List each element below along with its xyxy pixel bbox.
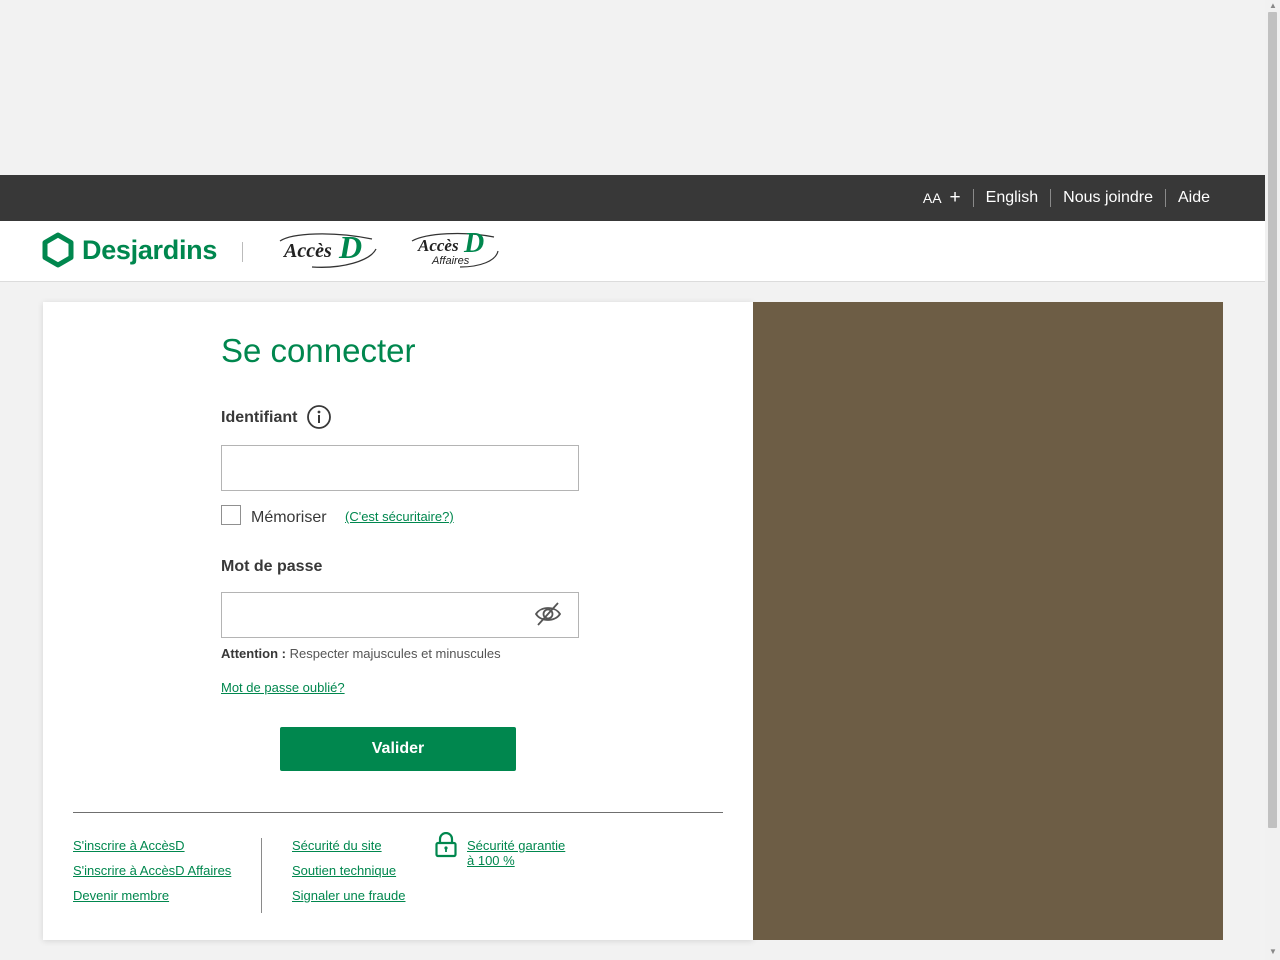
top-utility-bar: AA + English Nous joindre Aide <box>0 175 1265 221</box>
accesd-affaires-sub: Affaires <box>432 255 470 267</box>
scroll-down-icon[interactable]: ▼ <box>1269 948 1277 956</box>
identifier-label: Identifiant <box>221 409 298 426</box>
scroll-thumb[interactable] <box>1268 12 1277 828</box>
footer-column-divider <box>261 838 262 913</box>
report-fraud-link[interactable]: Signaler une fraude <box>292 888 405 903</box>
font-size-toggle[interactable]: AA + <box>911 188 973 208</box>
site-security-link[interactable]: Sécurité du site <box>292 838 382 853</box>
info-icon[interactable] <box>307 405 331 429</box>
accesd-text: Accès <box>284 240 332 262</box>
guarantee-link-line2[interactable]: à 100 % <box>467 853 515 868</box>
accesd-d: D <box>339 229 363 265</box>
remember-label: Mémoriser <box>251 509 327 526</box>
password-input[interactable] <box>221 592 579 638</box>
scrollbar[interactable]: ▲ ▼ <box>1265 0 1280 960</box>
submit-button[interactable]: Valider <box>280 727 516 771</box>
password-label: Mot de passe <box>221 558 323 575</box>
accesd-affaires-text: Accès <box>418 236 459 255</box>
lock-icon <box>435 832 457 858</box>
top-utility-items: AA + English Nous joindre Aide <box>911 175 1222 221</box>
scroll-up-icon[interactable]: ▲ <box>1269 2 1277 10</box>
promo-image-panel <box>753 302 1223 940</box>
logo-text: Desjardins <box>82 234 218 265</box>
plus-icon: + <box>949 187 961 208</box>
identifier-input[interactable] <box>221 445 579 491</box>
attention-separator: : <box>278 646 290 661</box>
font-size-label: AA <box>922 190 942 206</box>
site-header: Desjardins Accès D Accès D Affaires <box>0 221 1265 282</box>
guarantee-link-line1[interactable]: Sécurité garantie <box>467 838 565 853</box>
become-member-link[interactable]: Devenir membre <box>73 888 169 903</box>
password-hint: Attention : Respecter majuscules et minu… <box>221 646 501 661</box>
attention-text: Respecter majuscules et minuscules <box>289 646 501 661</box>
help-link[interactable]: Aide <box>1166 188 1222 208</box>
register-accesd-affaires-link[interactable]: S'inscrire à AccèsD Affaires <box>73 863 231 878</box>
footer-divider <box>73 812 723 813</box>
attention-label: Attention <box>221 646 279 661</box>
contact-link[interactable]: Nous joindre <box>1051 188 1165 208</box>
language-link[interactable]: English <box>974 188 1050 208</box>
is-it-safe-link[interactable]: (C'est sécuritaire?) <box>345 509 454 524</box>
remember-checkbox[interactable] <box>221 505 241 525</box>
page-title: Se connecter <box>221 332 416 369</box>
register-accesd-link[interactable]: S'inscrire à AccèsD <box>73 838 185 853</box>
hexagon-logo-icon <box>42 232 74 268</box>
login-card: Se connecter Identifiant Mémoriser (C'es… <box>43 302 753 940</box>
header-divider <box>242 242 243 262</box>
desjardins-logo[interactable]: Desjardins <box>42 232 217 268</box>
forgot-password-link[interactable]: Mot de passe oublié? <box>221 680 345 695</box>
eye-slash-icon[interactable] <box>534 600 562 628</box>
tech-support-link[interactable]: Soutien technique <box>292 863 396 878</box>
